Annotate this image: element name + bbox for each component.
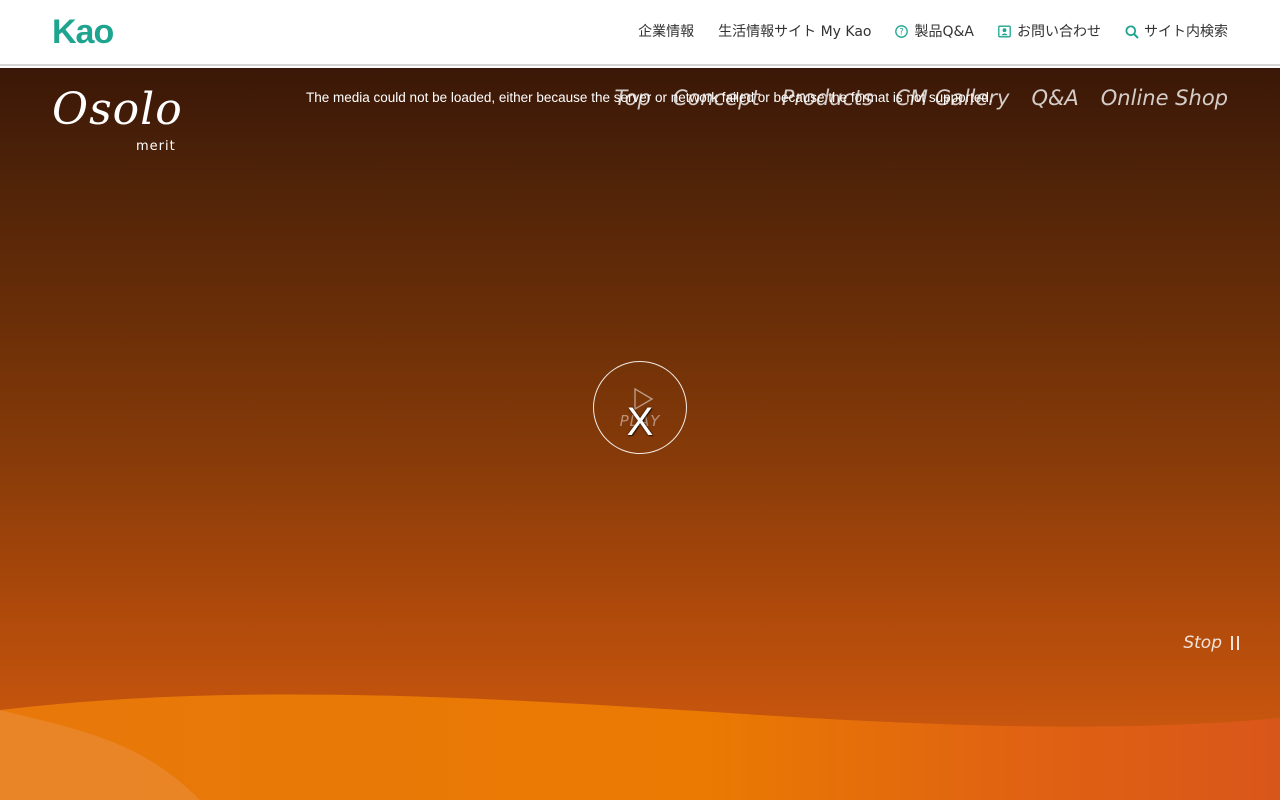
question-circle-icon: ?: [895, 24, 909, 38]
nav-contact-label: お問い合わせ: [1017, 24, 1101, 40]
nav-contact[interactable]: お問い合わせ: [998, 21, 1101, 41]
svg-text:?: ?: [900, 27, 905, 37]
kao-header: Kao 企業情報 生活情報サイト My Kao ? 製品Q&A お問い合わせ サ…: [0, 0, 1280, 66]
kao-logo[interactable]: Kao: [52, 15, 114, 49]
play-button[interactable]: PLAY X: [593, 361, 687, 454]
nav-site-search[interactable]: サイト内検索: [1125, 21, 1228, 41]
stop-video-button[interactable]: Stop: [1183, 633, 1240, 653]
nav-product-qa-label: 製品Q&A: [914, 24, 974, 40]
page: Kao 企業情報 生活情報サイト My Kao ? 製品Q&A お問い合わせ サ…: [0, 0, 1280, 800]
pause-icon: [1230, 636, 1240, 650]
kao-nav: 企業情報 生活情報サイト My Kao ? 製品Q&A お問い合わせ サイト内検…: [638, 21, 1228, 41]
nav-my-kao[interactable]: 生活情報サイト My Kao: [718, 21, 871, 41]
nav-my-kao-label: 生活情報サイト My Kao: [718, 24, 872, 40]
nav-corporate-info[interactable]: 企業情報: [638, 21, 694, 41]
search-icon: [1125, 25, 1139, 39]
media-error-x: X: [626, 400, 654, 444]
media-error-message: The media could not be loaded, either be…: [306, 90, 993, 105]
nav-site-search-label: サイト内検索: [1144, 24, 1228, 40]
brand-script-text: Osolo: [52, 84, 183, 135]
site-nav-qa[interactable]: Q&A: [1031, 86, 1078, 110]
contact-card-icon: [998, 25, 1011, 38]
hero-wave-decoration: [0, 694, 1280, 800]
hero-video-area: Osolo merit Top Concept Products CM Gall…: [0, 68, 1280, 800]
osolo-merit-logo[interactable]: Osolo merit: [52, 84, 182, 160]
nav-corporate-info-label: 企業情報: [638, 24, 695, 40]
nav-product-qa[interactable]: ? 製品Q&A: [895, 21, 974, 41]
brand-sub-text: merit: [136, 139, 176, 154]
site-nav-online-shop[interactable]: Online Shop: [1101, 86, 1228, 110]
stop-label: Stop: [1183, 633, 1222, 653]
